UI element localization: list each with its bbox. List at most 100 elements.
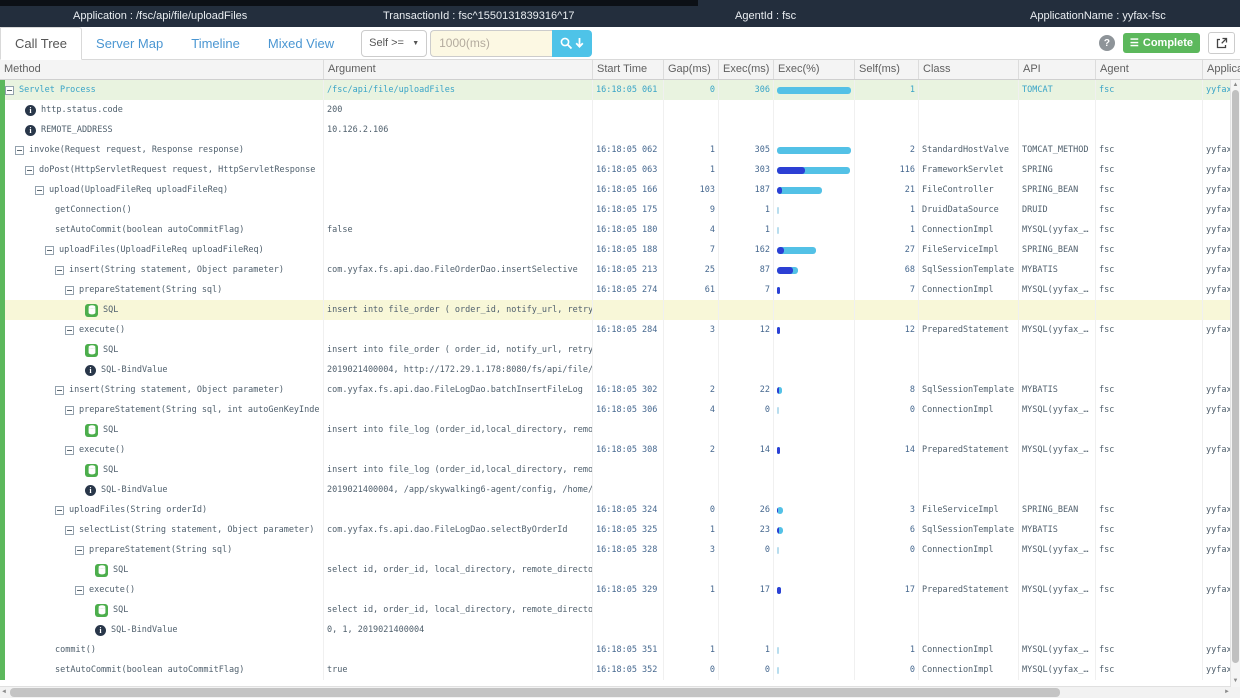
horizontal-scrollbar[interactable]: ◄ ►: [0, 686, 1231, 698]
call-tree-row[interactable]: i insert(String statement, Object parame…: [0, 260, 1240, 280]
call-tree-row[interactable]: i REMOTE_ADDRESS 10.126.2.106: [0, 120, 1240, 140]
gap-cell: [664, 480, 719, 500]
call-tree-row[interactable]: i SQL select id, order_id, local_directo…: [0, 560, 1240, 580]
gap-cell: [664, 460, 719, 480]
scroll-up-icon[interactable]: ▲: [1231, 81, 1240, 90]
call-tree-row[interactable]: i prepareStatement(String sql) 16:18:05 …: [0, 280, 1240, 300]
call-tree-row[interactable]: i setAutoCommit(boolean autoCommitFlag) …: [0, 220, 1240, 240]
call-tree-row[interactable]: i selectList(String statement, Object pa…: [0, 520, 1240, 540]
self-cell: 1: [855, 640, 919, 660]
complete-status-button[interactable]: ☰ Complete: [1123, 33, 1200, 53]
class-cell: PreparedStatement: [919, 440, 1019, 460]
call-tree-row[interactable]: i SQL insert into file_log (order_id,loc…: [0, 420, 1240, 440]
exec-cell: [719, 460, 774, 480]
self-time-bar: [777, 507, 778, 514]
call-tree-row[interactable]: i uploadFiles(UploadFileReq uploadFileRe…: [0, 240, 1240, 260]
info-icon: i: [85, 485, 96, 496]
vertical-scrollbar[interactable]: ▲ ▼: [1230, 80, 1240, 687]
argument-cell: /fsc/api/file/uploadFiles: [324, 80, 593, 100]
collapse-icon[interactable]: [65, 406, 74, 415]
call-tree-row[interactable]: i prepareStatement(String sql, int autoG…: [0, 400, 1240, 420]
call-tree-row[interactable]: i SQL-BindValue 0, 1, 2019021400004: [0, 620, 1240, 640]
call-tree-row[interactable]: i http.status.code 200: [0, 100, 1240, 120]
method-name: prepareStatement(String sql, int autoGen…: [79, 400, 320, 420]
method-name: insert(String statement, Object paramete…: [69, 260, 284, 280]
collapse-icon[interactable]: [45, 246, 54, 255]
self-cell: [855, 340, 919, 360]
column-exec: Exec(ms): [719, 60, 774, 79]
call-tree-row[interactable]: i SQL-BindValue 2019021400004, /app/skyw…: [0, 480, 1240, 500]
call-tree-row[interactable]: i invoke(Request request, Response respo…: [0, 140, 1240, 160]
call-tree-row[interactable]: i execute() 16:18:05 308 2 14 14 Prepare…: [0, 440, 1240, 460]
filter-type-select[interactable]: Self >= ▼: [361, 30, 427, 57]
call-tree-row[interactable]: i SQL select id, order_id, local_directo…: [0, 600, 1240, 620]
start-time-cell: 16:18:05 324: [593, 500, 664, 520]
call-tree-row[interactable]: i uploadFiles(String orderId) 16:18:05 3…: [0, 500, 1240, 520]
class-cell: ConnectionImpl: [919, 640, 1019, 660]
collapse-icon[interactable]: [25, 166, 34, 175]
api-cell: MYSQL(yyfax_…: [1019, 440, 1096, 460]
call-tree-row[interactable]: i SQL insert into file_order ( order_id,…: [0, 340, 1240, 360]
open-in-new-window-button[interactable]: [1208, 32, 1235, 54]
argument-cell: 2019021400004, /app/skywalking6-agent/co…: [324, 480, 593, 500]
call-tree-row[interactable]: i getConnection() 16:18:05 175 9 1 1 Dru…: [0, 200, 1240, 220]
collapse-icon[interactable]: [65, 526, 74, 535]
call-tree-row[interactable]: i execute() 16:18:05 329 1 17 17 Prepare…: [0, 580, 1240, 600]
call-tree-row[interactable]: i execute() 16:18:05 284 3 12 12 Prepare…: [0, 320, 1240, 340]
start-time-cell: [593, 420, 664, 440]
exec-percent-cell: [774, 420, 855, 440]
collapse-icon[interactable]: [75, 586, 84, 595]
column-class: Class: [919, 60, 1019, 79]
exec-cell: [719, 360, 774, 380]
call-tree-row[interactable]: i SQL insert into file_order ( order_id,…: [0, 300, 1240, 320]
collapse-icon[interactable]: [55, 386, 64, 395]
call-tree-row[interactable]: i SQL-BindValue 2019021400004, http://17…: [0, 360, 1240, 380]
collapse-icon[interactable]: [35, 186, 44, 195]
collapse-icon[interactable]: [65, 446, 74, 455]
exec-percent-cell: [774, 440, 855, 460]
agent-cell: [1096, 340, 1203, 360]
tab-timeline[interactable]: Timeline: [191, 36, 240, 51]
scroll-left-icon[interactable]: ◄: [0, 687, 8, 698]
exec-cell: [719, 100, 774, 120]
collapse-icon[interactable]: [75, 546, 84, 555]
api-cell: [1019, 560, 1096, 580]
filter-threshold-input[interactable]: [430, 30, 552, 57]
exec-cell: [719, 420, 774, 440]
collapse-icon[interactable]: [5, 86, 14, 95]
api-cell: TOMCAT: [1019, 80, 1096, 100]
call-tree-row[interactable]: i SQL insert into file_log (order_id,loc…: [0, 460, 1240, 480]
gap-cell: 0: [664, 80, 719, 100]
method-cell: i invoke(Request request, Response respo…: [0, 140, 324, 160]
exec-percent-cell: [774, 240, 855, 260]
call-tree-row[interactable]: i setAutoCommit(boolean autoCommitFlag) …: [0, 660, 1240, 680]
call-tree-row[interactable]: i prepareStatement(String sql) 16:18:05 …: [0, 540, 1240, 560]
call-tree-row[interactable]: i insert(String statement, Object parame…: [0, 380, 1240, 400]
call-tree-row[interactable]: i Servlet Process /fsc/api/file/uploadFi…: [0, 80, 1240, 100]
call-tree-row[interactable]: i upload(UploadFileReq uploadFileReq) 16…: [0, 180, 1240, 200]
agent-cell: fsc: [1096, 260, 1203, 280]
column-argument: Argument: [324, 60, 593, 79]
collapse-icon[interactable]: [55, 266, 64, 275]
scroll-down-icon[interactable]: ▼: [1231, 677, 1240, 686]
help-icon[interactable]: ?: [1099, 35, 1115, 51]
self-time-bar: [777, 587, 781, 594]
self-cell: 1: [855, 80, 919, 100]
horizontal-scrollbar-thumb[interactable]: [10, 688, 1060, 697]
collapse-icon[interactable]: [15, 146, 24, 155]
call-tree-row[interactable]: i doPost(HttpServletRequest request, Htt…: [0, 160, 1240, 180]
collapse-icon[interactable]: [65, 286, 74, 295]
vertical-scrollbar-thumb[interactable]: [1232, 90, 1239, 663]
collapse-icon[interactable]: [55, 506, 64, 515]
exec-percent-cell: [774, 280, 855, 300]
scroll-right-icon[interactable]: ►: [1223, 687, 1231, 698]
call-tree-row[interactable]: i commit() 16:18:05 351 1 1 1 Connection…: [0, 640, 1240, 660]
tab-toolbar: Call Tree Server Map Timeline Mixed View…: [0, 27, 1240, 60]
search-button[interactable]: [552, 30, 592, 57]
tab-server-map[interactable]: Server Map: [96, 36, 163, 51]
self-cell: 0: [855, 400, 919, 420]
tab-mixed-view[interactable]: Mixed View: [268, 36, 334, 51]
method-cell: i SQL-BindValue: [0, 620, 324, 640]
tab-call-tree[interactable]: Call Tree: [0, 27, 82, 60]
collapse-icon[interactable]: [65, 326, 74, 335]
